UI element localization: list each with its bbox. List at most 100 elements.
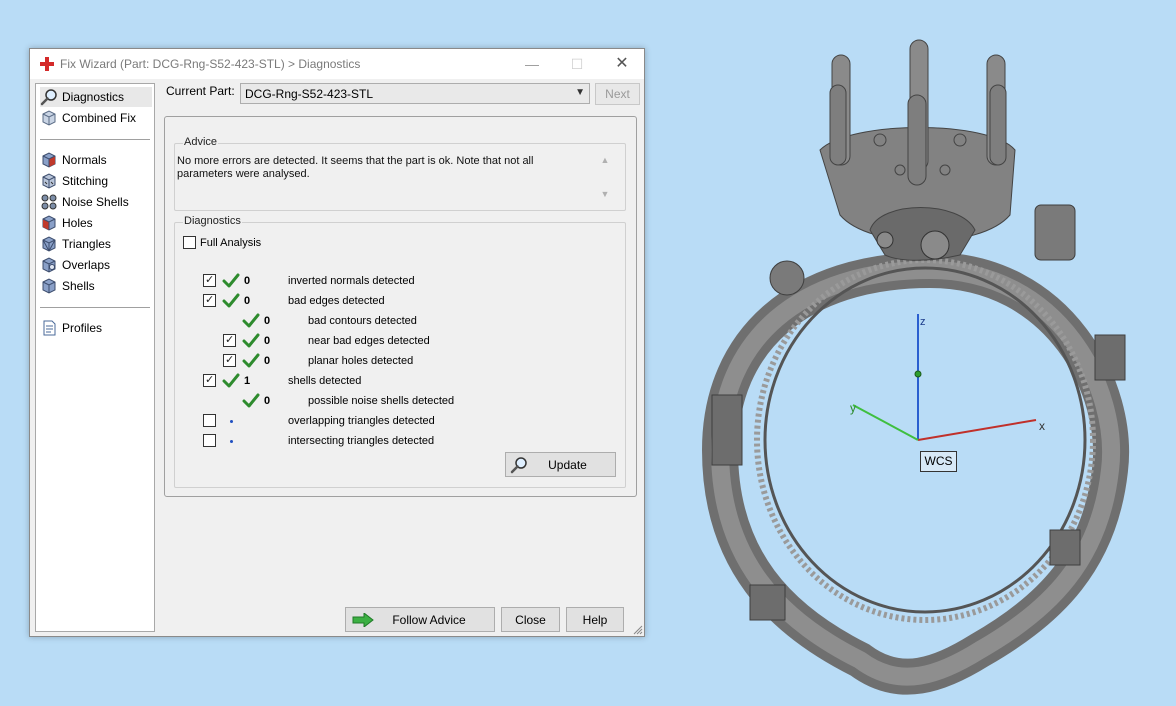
nav-item-triangles[interactable]: Triangles xyxy=(40,234,152,254)
current-part-label: Current Part: xyxy=(166,84,235,98)
green-check-icon xyxy=(242,332,260,350)
nav-item-holes[interactable]: Holes xyxy=(40,213,152,233)
minimize-button[interactable]: — xyxy=(517,53,547,75)
window-title: Fix Wizard (Part: DCG-Rng-S52-423-STL) >… xyxy=(60,57,361,71)
nav-item-noise-shells[interactable]: Noise Shells xyxy=(40,192,152,212)
advice-legend: Advice xyxy=(183,136,219,148)
green-check-icon xyxy=(242,392,260,410)
nav-item-label: Overlaps xyxy=(62,258,111,272)
nav-item-stitching[interactable]: Stitching xyxy=(40,171,152,191)
3d-viewport[interactable]: z x y xyxy=(690,30,1160,700)
nav-item-label: Normals xyxy=(62,153,107,167)
maximize-button[interactable]: ☐ xyxy=(562,53,592,75)
nav-item-shells[interactable]: Shells xyxy=(40,276,152,296)
diagnostics-legend: Diagnostics xyxy=(183,215,242,227)
diagnostic-count: 0 xyxy=(264,335,271,347)
x-axis-label: x xyxy=(1039,419,1045,433)
red-cross-icon xyxy=(40,57,54,71)
diagnostic-label: possible noise shells detected xyxy=(308,395,455,407)
resize-grip-icon[interactable] xyxy=(633,625,643,635)
current-part-value: DCG-Rng-S52-423-STL xyxy=(245,87,374,101)
diagnostic-label: shells detected xyxy=(288,375,362,387)
magnifier-icon xyxy=(510,457,527,474)
y-axis-label: y xyxy=(850,401,856,415)
cube-icon xyxy=(42,110,56,126)
normals-cube-icon xyxy=(42,152,56,168)
green-check-icon xyxy=(222,272,240,290)
follow-advice-label: Follow Advice xyxy=(392,612,466,627)
noise-shells-icon xyxy=(41,194,57,210)
nav-item-label: Noise Shells xyxy=(62,195,129,209)
help-button[interactable]: Help xyxy=(566,607,624,632)
full-analysis-checkbox[interactable] xyxy=(183,236,196,249)
green-check-icon xyxy=(242,312,260,330)
diagnostic-label: bad contours detected xyxy=(308,315,417,327)
diagnostic-label: near bad edges detected xyxy=(308,335,430,347)
diagnostic-count: 0 xyxy=(264,315,271,327)
nav-separator xyxy=(40,307,150,308)
axis-origin-marker xyxy=(914,370,922,378)
diagnostic-label: inverted normals detected xyxy=(288,275,415,287)
update-button[interactable]: Update xyxy=(505,452,616,477)
x-axis-line xyxy=(917,419,1037,441)
advice-text: No more errors are detected. It seems th… xyxy=(177,155,534,180)
diagnostic-checkbox[interactable] xyxy=(223,354,236,367)
nav-item-diagnostics[interactable]: Diagnostics xyxy=(40,87,152,107)
diagnostic-checkbox[interactable] xyxy=(203,414,216,427)
nav-item-label: Holes xyxy=(62,216,93,230)
nav-item-label: Triangles xyxy=(62,237,111,251)
overlaps-cube-icon xyxy=(42,257,56,273)
diagnostic-label: planar holes detected xyxy=(308,355,414,367)
nav-item-label: Combined Fix xyxy=(62,111,137,125)
diagnostic-count: 1 xyxy=(244,375,251,387)
nav-item-profiles[interactable]: Profiles xyxy=(40,318,152,338)
current-part-select[interactable]: DCG-Rng-S52-423-STL ▼ xyxy=(240,83,590,104)
advice-scrollbar[interactable]: ▲ ▼ xyxy=(597,153,613,201)
scroll-down-icon[interactable]: ▼ xyxy=(597,189,613,199)
wcs-label: WCS xyxy=(920,451,957,472)
follow-advice-button[interactable]: Follow Advice xyxy=(345,607,495,632)
update-label: Update xyxy=(548,457,587,472)
diagnostic-count: 0 xyxy=(244,275,251,287)
z-axis-label: z xyxy=(920,316,926,328)
nav-item-label: Stitching xyxy=(62,174,109,188)
close-button[interactable]: Close xyxy=(501,607,560,632)
diagnostic-checkbox[interactable] xyxy=(223,334,236,347)
triangles-cube-icon xyxy=(42,236,56,252)
nav-item-overlaps[interactable]: Overlaps xyxy=(40,255,152,275)
magnifier-icon xyxy=(40,89,57,106)
nav-item-combined-fix[interactable]: Combined Fix xyxy=(40,108,152,128)
chevron-down-icon: ▼ xyxy=(575,87,585,98)
diagnostic-label: overlapping triangles detected xyxy=(288,415,435,427)
wizard-nav: Diagnostics Combined Fix Normals Stitchi… xyxy=(35,83,155,632)
nav-item-normals[interactable]: Normals xyxy=(40,150,152,170)
diagnostic-label: bad edges detected xyxy=(288,295,385,307)
green-check-icon xyxy=(222,372,240,390)
next-button[interactable]: Next xyxy=(595,83,640,105)
close-window-button[interactable]: ✕ xyxy=(607,53,637,75)
nav-separator xyxy=(40,139,150,140)
pending-dot-icon xyxy=(230,420,233,423)
nav-item-label: Diagnostics xyxy=(62,90,125,104)
green-check-icon xyxy=(222,292,240,310)
nav-item-label: Profiles xyxy=(62,321,103,335)
diagnostic-checkbox[interactable] xyxy=(203,274,216,287)
holes-cube-icon xyxy=(42,215,56,231)
nav-item-label: Shells xyxy=(62,279,95,293)
scroll-up-icon[interactable]: ▲ xyxy=(597,155,613,165)
stitching-cube-icon xyxy=(42,173,56,189)
title-bar[interactable]: Fix Wizard (Part: DCG-Rng-S52-423-STL) >… xyxy=(30,49,644,79)
diagnostic-count: 0 xyxy=(264,395,271,407)
shells-cube-icon xyxy=(42,278,56,294)
full-analysis-label: Full Analysis xyxy=(200,237,262,249)
diagnostic-checkbox[interactable] xyxy=(203,434,216,447)
green-arrow-icon xyxy=(352,613,374,627)
y-axis-line xyxy=(852,404,919,441)
diagnostic-label: intersecting triangles detected xyxy=(288,435,435,447)
document-icon xyxy=(43,320,56,336)
diagnostic-count: 0 xyxy=(244,295,251,307)
fix-wizard-dialog: Fix Wizard (Part: DCG-Rng-S52-423-STL) >… xyxy=(29,48,645,637)
pending-dot-icon xyxy=(230,440,233,443)
diagnostic-checkbox[interactable] xyxy=(203,294,216,307)
diagnostic-checkbox[interactable] xyxy=(203,374,216,387)
